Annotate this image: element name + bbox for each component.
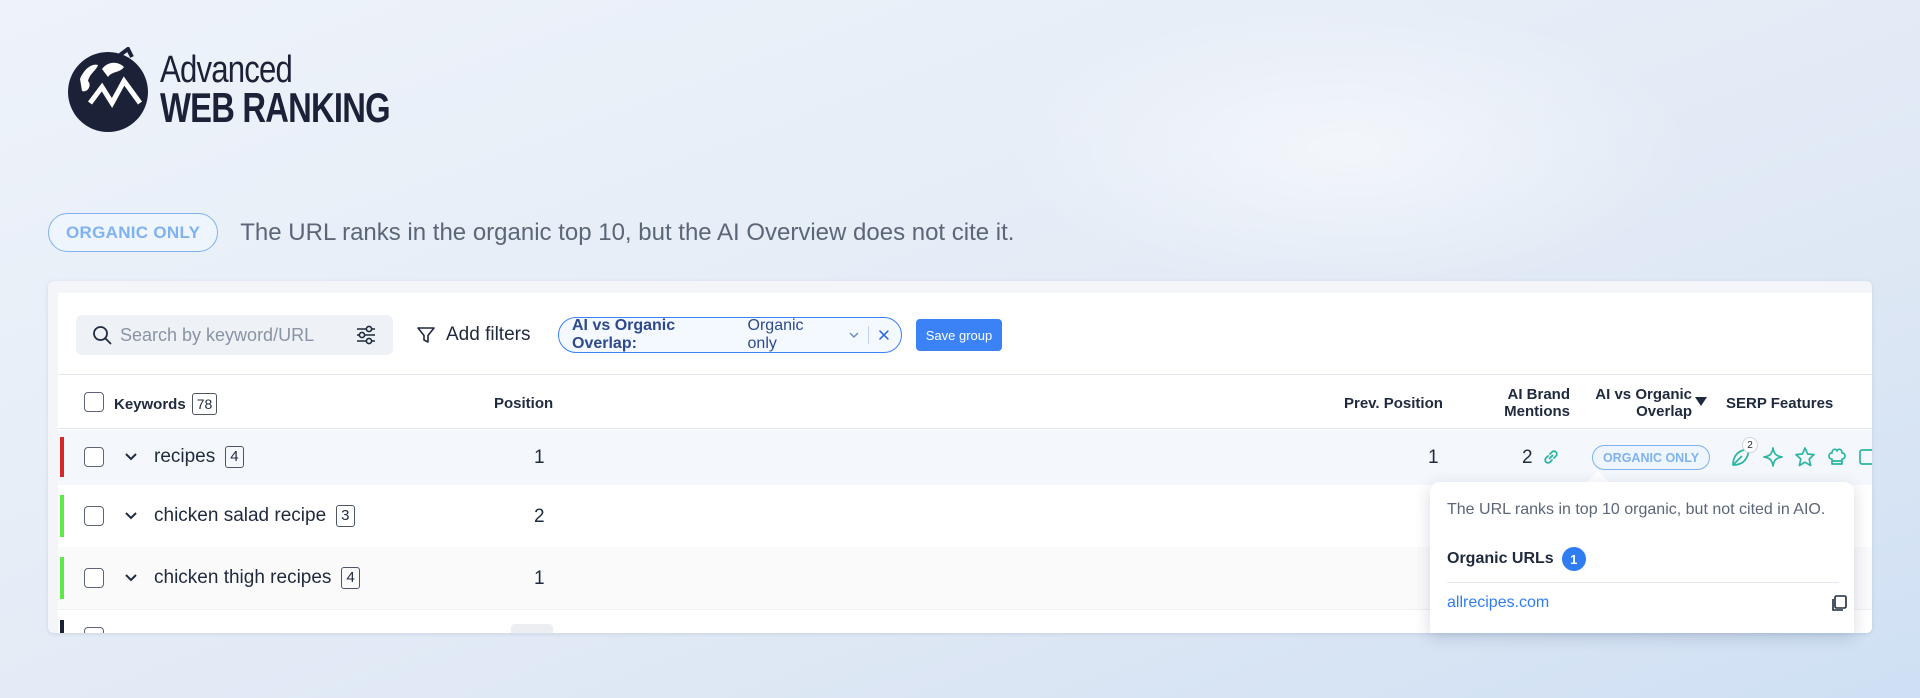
search-box[interactable]: Search by keyword/URL [76, 315, 393, 355]
chevron-down-icon[interactable] [124, 451, 138, 463]
save-group-button[interactable]: Save group [916, 319, 1002, 351]
sparkle-icon[interactable] [1762, 446, 1784, 468]
keyword-cell[interactable]: recipes 4 [154, 446, 244, 468]
chevron-down-icon[interactable] [848, 329, 860, 341]
tooltip-description: The URL ranks in top 10 organic, but not… [1447, 501, 1826, 518]
prev-position-cell: 1 [1428, 447, 1439, 468]
sliders-icon[interactable] [355, 325, 377, 345]
legend-description: The URL ranks in the organic top 10, but… [240, 218, 1015, 246]
table-header: Keywords 78 Position Prev. Position AI Br… [58, 374, 1872, 429]
keywords-count-badge: 78 [191, 393, 218, 415]
globe-logo-icon [68, 47, 148, 132]
image-icon[interactable] [1858, 446, 1872, 468]
keyword-cell[interactable]: chicken salad recipe 3 [154, 505, 355, 527]
star-icon[interactable] [1794, 446, 1816, 468]
row-status-bar [60, 437, 64, 477]
keyword-text: recipes [154, 446, 216, 467]
link-icon[interactable] [1542, 448, 1560, 466]
row-checkbox[interactable] [84, 627, 104, 633]
filter-chip-overlap[interactable]: AI vs Organic Overlap: Organic only [558, 317, 902, 353]
organic-only-pill: ORGANIC ONLY [48, 213, 219, 252]
chef-hat-icon[interactable] [1826, 446, 1848, 468]
logo-text-web-ranking: WEB RANKING [160, 84, 391, 131]
organic-url-link[interactable]: allrecipes.com [1447, 594, 1549, 612]
position-cell: 2 [534, 506, 545, 527]
overlap-tooltip: The URL ranks in top 10 organic, but not… [1430, 482, 1854, 633]
column-ai-vs-organic-overlap[interactable]: AI vs Organic Overlap [1582, 386, 1692, 420]
row-status-bar [60, 557, 64, 599]
keyword-count-badge: 3 [336, 505, 355, 527]
keyword-cell[interactable]: chicken thigh recipes 4 [154, 567, 360, 589]
keyword-count-badge: 4 [341, 567, 360, 589]
chevron-down-icon[interactable] [124, 510, 138, 522]
position-cell: 1 [534, 568, 545, 589]
overlap-line1: AI vs Organic [1595, 386, 1692, 403]
column-keywords[interactable]: Keywords 78 [114, 393, 218, 415]
position-cell: 1 [534, 447, 545, 468]
chevron-down-icon[interactable] [124, 572, 138, 584]
overlap-badge[interactable]: ORGANIC ONLY [1592, 445, 1710, 470]
legend: ORGANIC ONLY The URL ranks in the organi… [48, 213, 1014, 252]
overlap-line2: Overlap [1636, 403, 1692, 420]
sort-descending-icon[interactable] [1695, 397, 1707, 406]
add-filters-label: Add filters [446, 324, 531, 345]
chip-separator [868, 326, 870, 344]
row-checkbox[interactable] [84, 568, 104, 588]
row-checkbox[interactable] [84, 447, 104, 467]
filter-chip-value: Organic only [747, 317, 804, 352]
row-checkbox[interactable] [84, 506, 104, 526]
row-status-bar [60, 620, 64, 633]
ai-brand-line2: Mentions [1504, 403, 1570, 420]
keyword-text: chicken salad recipe [154, 505, 327, 526]
row-status-bar [60, 495, 64, 537]
add-filters-button[interactable]: Add filters [416, 315, 530, 355]
column-ai-brand-mentions[interactable]: AI Brand Mentions [1488, 386, 1570, 420]
copy-icon[interactable] [1830, 594, 1848, 612]
app-logo: Advanced WEB RANKING [62, 47, 455, 133]
ai-brand-mentions-cell: 2 [1522, 447, 1533, 468]
tooltip-heading: Organic URLs 1 [1447, 547, 1586, 571]
serp-feature-count: 2 [1742, 437, 1758, 453]
column-serp-features[interactable]: SERP Features [1726, 395, 1833, 412]
close-icon[interactable] [877, 328, 891, 342]
keyword-text: chicken thigh recipes [154, 567, 332, 588]
background-glow [1000, 0, 1700, 300]
filter-icon [417, 327, 435, 343]
organic-urls-count: 1 [1561, 547, 1586, 571]
organic-urls-label: Organic URLs [1447, 550, 1554, 567]
tooltip-divider [1447, 582, 1839, 583]
keywords-header-label: Keywords [114, 396, 186, 413]
keyword-count-badge: 4 [225, 446, 244, 468]
select-all-checkbox[interactable] [84, 392, 104, 412]
column-position[interactable]: Position [494, 395, 553, 412]
ai-brand-line1: AI Brand [1507, 386, 1570, 403]
filter-chip-label: AI vs Organic Overlap: [572, 317, 676, 352]
position-cell-placeholder [511, 624, 553, 633]
column-prev-position[interactable]: Prev. Position [1344, 395, 1443, 412]
search-input[interactable]: Search by keyword/URL [120, 325, 355, 346]
search-icon [93, 326, 112, 345]
